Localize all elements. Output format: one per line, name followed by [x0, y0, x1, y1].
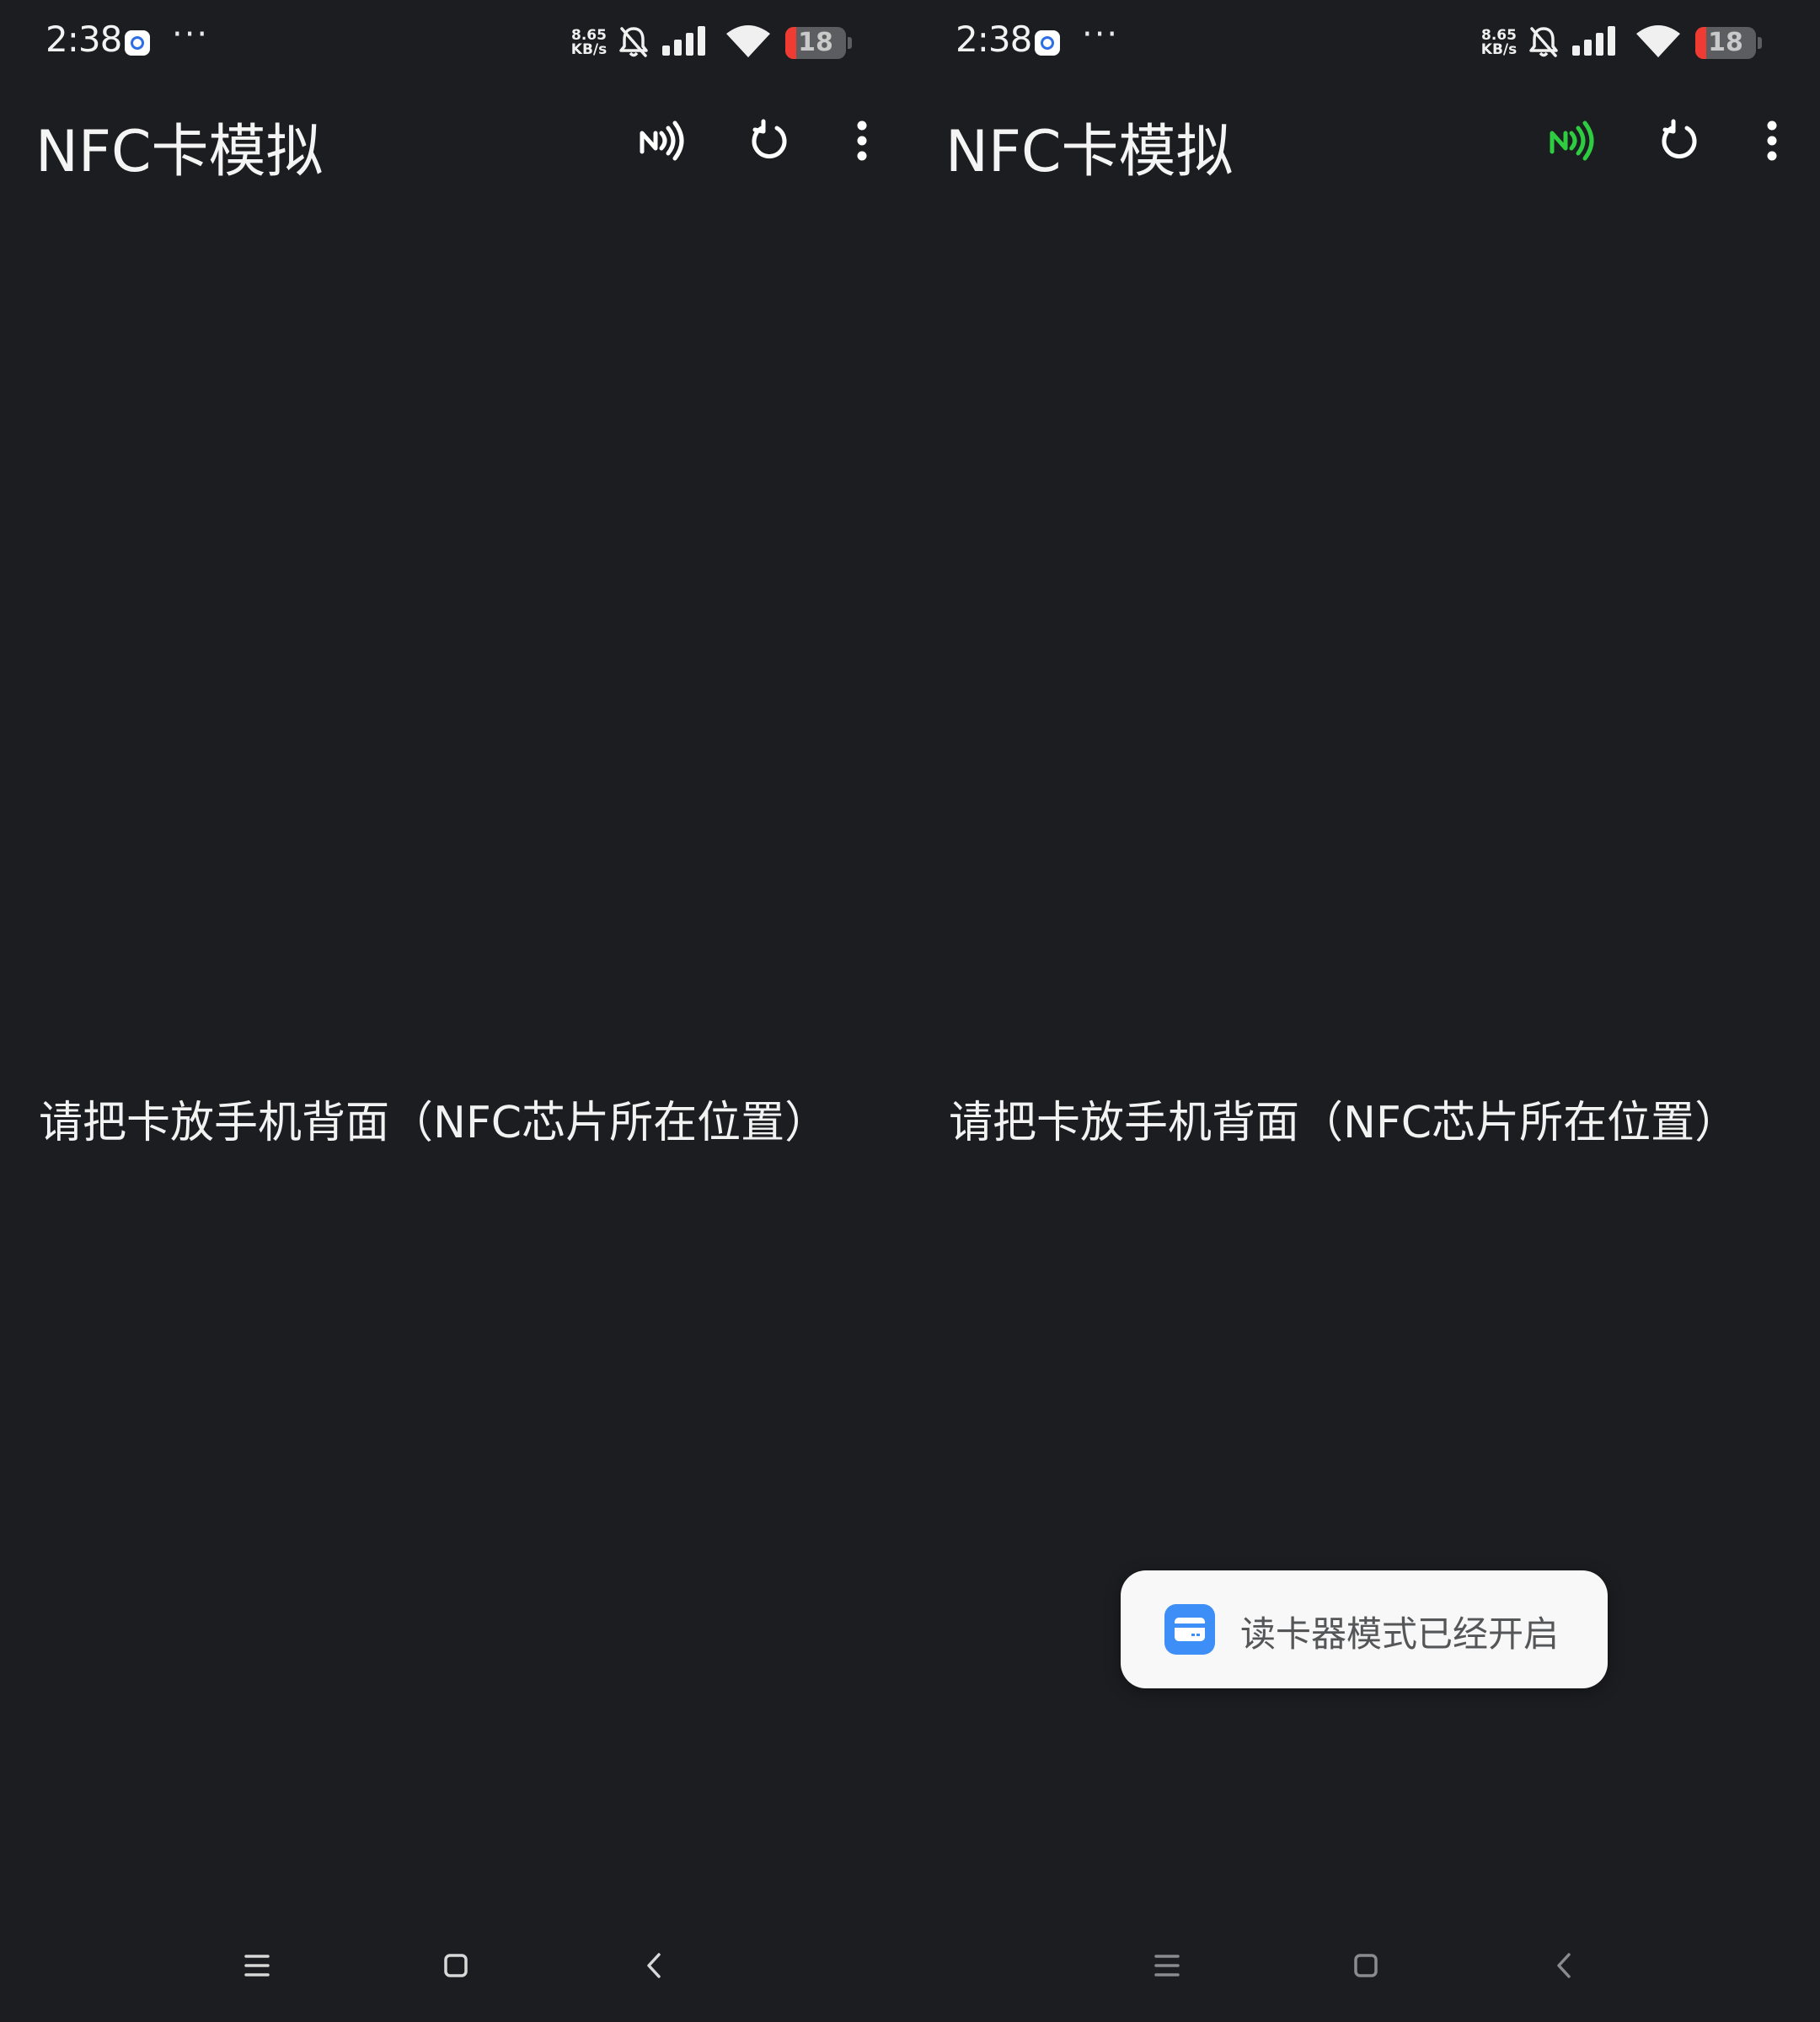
back-icon[interactable] [1544, 1944, 1586, 1987]
status-bar: 2:38 ··· 8.65 KB/s 18 [910, 0, 1820, 84]
menu-icon[interactable] [1146, 1944, 1188, 1987]
back-icon[interactable] [634, 1944, 676, 1987]
signal-icon [1572, 26, 1615, 56]
nfc-icon[interactable] [1542, 111, 1601, 170]
card-reader-icon [1164, 1604, 1215, 1655]
app-title: NFC卡模拟 [945, 119, 1234, 185]
toast-notification: 读卡器模式已经开启 [1121, 1570, 1608, 1688]
menu-icon[interactable] [236, 1944, 278, 1987]
toast-message: 读卡器模式已经开启 [1240, 1613, 1560, 1655]
status-time: 2:38 [956, 19, 1032, 60]
signal-icon [662, 26, 705, 56]
screenshot-comparison: 2:38 ··· 8.65 KB/s 18 NFC卡模拟 请把卡放手机背面（NF… [0, 0, 1820, 2022]
bell-off-icon [619, 27, 648, 57]
more-notifications-indicator: ··· [172, 15, 210, 54]
battery-level: 18 [1708, 28, 1743, 57]
app-title: NFC卡模拟 [35, 119, 324, 185]
status-bar: 2:38 ··· 8.65 KB/s 18 [0, 0, 910, 84]
refresh-icon[interactable] [740, 111, 799, 170]
network-speed: 8.65 KB/s [568, 29, 610, 57]
instruction-text: 请把卡放手机背面（NFC芯片所在位置） [39, 1098, 829, 1148]
nfc-icon[interactable] [632, 111, 691, 170]
app-notification-icon [1035, 30, 1060, 56]
more-notifications-indicator: ··· [1082, 15, 1120, 54]
battery-cap [1758, 37, 1762, 49]
wifi-icon [1636, 25, 1680, 57]
wifi-icon [726, 25, 770, 57]
battery-icon: 18 [1695, 27, 1756, 59]
bell-off-icon [1529, 27, 1558, 57]
home-icon[interactable] [1345, 1944, 1387, 1987]
battery-cap [848, 37, 852, 49]
more-vert-icon[interactable] [1742, 111, 1801, 170]
refresh-icon[interactable] [1650, 111, 1709, 170]
network-speed-unit: KB/s [1480, 41, 1518, 58]
instruction-text: 请把卡放手机背面（NFC芯片所在位置） [949, 1098, 1739, 1148]
battery-level: 18 [798, 28, 833, 57]
battery-icon: 18 [785, 27, 846, 59]
phone-screen-reader-on: 2:38 ··· 8.65 KB/s 18 NFC卡模拟 请把卡放手机背面（NF… [910, 0, 1820, 2022]
network-speed-unit: KB/s [570, 41, 608, 58]
more-vert-icon[interactable] [832, 111, 891, 170]
status-time: 2:38 [46, 19, 122, 60]
network-speed: 8.65 KB/s [1478, 29, 1520, 57]
app-notification-icon [125, 30, 150, 56]
phone-screen-reader-off: 2:38 ··· 8.65 KB/s 18 NFC卡模拟 请把卡放手机背面（NF… [0, 0, 910, 2022]
home-icon[interactable] [435, 1944, 477, 1987]
